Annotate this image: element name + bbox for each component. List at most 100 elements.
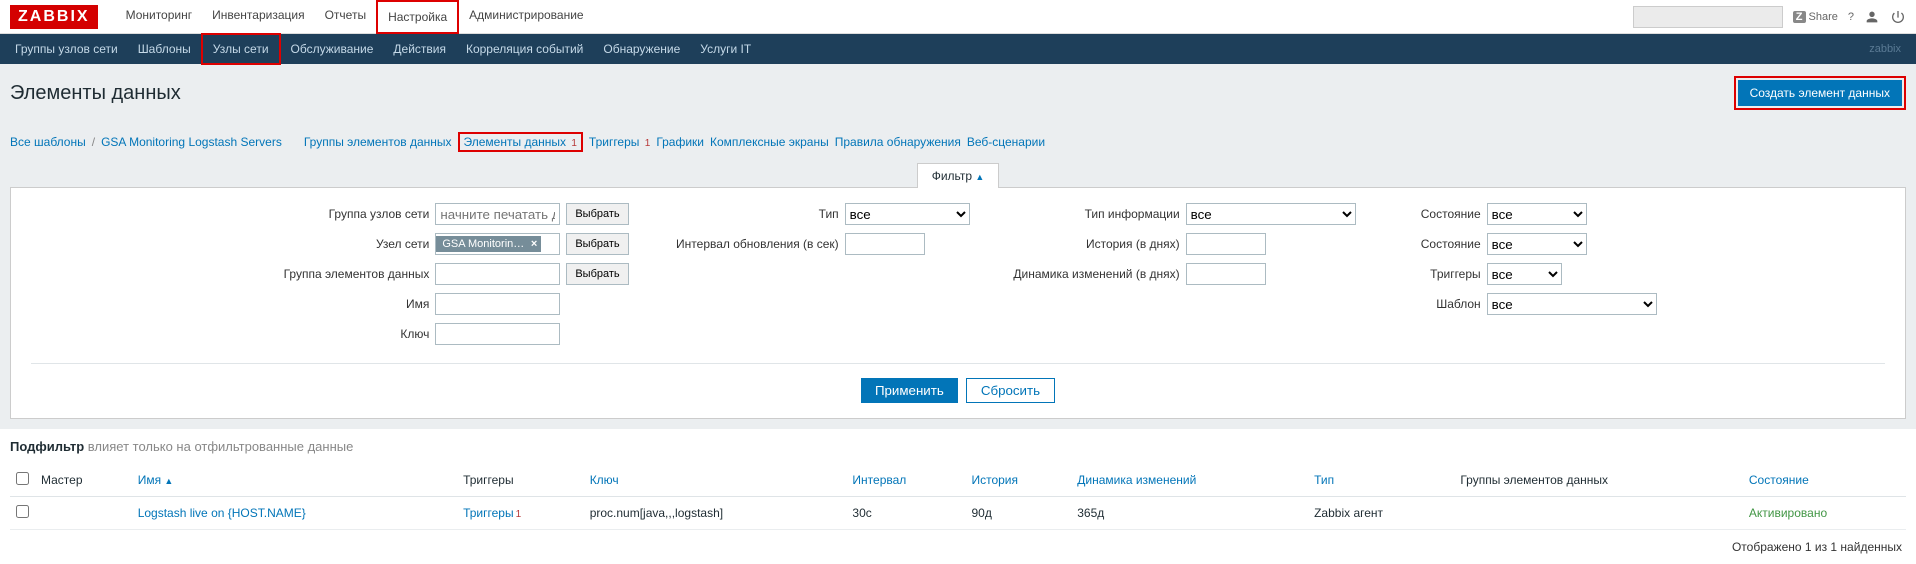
nav-reports[interactable]: Отчеты (315, 0, 376, 34)
trends-input[interactable] (1186, 263, 1266, 285)
th-trends[interactable]: Динамика изменений (1077, 473, 1196, 487)
sub-nav: Группы узлов сети Шаблоны Узлы сети Обсл… (0, 34, 1916, 64)
page-title: Элементы данных (10, 82, 1734, 105)
row-checkbox[interactable] (16, 505, 29, 518)
bc-triggers[interactable]: Триггеры 1 (589, 135, 650, 149)
subnav-brand: zabbix (1859, 43, 1911, 55)
update-interval-input[interactable] (845, 233, 925, 255)
filter-actions: Применить Сбросить (31, 363, 1885, 403)
lbl-template-filter: Шаблон (1396, 297, 1481, 311)
filter-body: Группа узлов сети Выбрать Узел сети GSA … (10, 187, 1906, 419)
bc-applications[interactable]: Группы элементов данных (304, 135, 452, 149)
top-header: ZABBIX Мониторинг Инвентаризация Отчеты … (0, 0, 1916, 34)
nav-monitoring[interactable]: Мониторинг (116, 0, 203, 34)
status-select[interactable]: все (1487, 233, 1587, 255)
subnav-event-corr[interactable]: Корреляция событий (456, 35, 593, 63)
remove-host-tag-icon[interactable]: × (531, 238, 537, 250)
apply-button[interactable]: Применить (861, 378, 958, 403)
item-name-link[interactable]: Logstash live on {HOST.NAME} (138, 506, 306, 520)
template-select[interactable]: все (1487, 293, 1657, 315)
table-footer: Отображено 1 из 1 найденных (0, 530, 1916, 564)
nav-admin[interactable]: Администрирование (459, 0, 593, 34)
logo[interactable]: ZABBIX (10, 5, 98, 29)
type-select[interactable]: все (845, 203, 970, 225)
info-type-select[interactable]: все (1186, 203, 1356, 225)
row-interval: 30c (846, 497, 965, 530)
state-select[interactable]: все (1487, 203, 1587, 225)
sort-asc-icon: ▲ (164, 476, 173, 486)
th-type[interactable]: Тип (1314, 473, 1334, 487)
row-history: 90д (965, 497, 1071, 530)
bc-graphs[interactable]: Графики (656, 135, 704, 149)
bc-screens[interactable]: Комплексные экраны (710, 135, 829, 149)
user-icon[interactable] (1864, 9, 1880, 25)
th-applications: Группы элементов данных (1454, 464, 1743, 497)
subnav-discovery[interactable]: Обнаружение (593, 35, 690, 63)
items-table: Мастер Имя ▲ Триггеры Ключ Интервал Исто… (10, 464, 1906, 530)
bc-template[interactable]: GSA Monitoring Logstash Servers (101, 135, 282, 149)
global-search-input[interactable] (1638, 7, 1815, 27)
select-all-checkbox[interactable] (16, 472, 29, 485)
bc-items[interactable]: Элементы данных 1 (458, 132, 583, 152)
create-item-button[interactable]: Создать элемент данных (1738, 80, 1902, 106)
subnav-it-services[interactable]: Услуги IT (690, 35, 761, 63)
subnav-host-groups[interactable]: Группы узлов сети (5, 35, 128, 63)
subnav-hosts[interactable]: Узлы сети (201, 33, 281, 65)
lbl-triggers-filter: Триггеры (1396, 267, 1481, 281)
filter-toggle[interactable]: Фильтр ▲ (917, 163, 1000, 188)
history-input[interactable] (1186, 233, 1266, 255)
name-input[interactable] (435, 293, 560, 315)
host-group-input[interactable] (435, 203, 560, 225)
table-header-row: Мастер Имя ▲ Триггеры Ключ Интервал Исто… (10, 464, 1906, 497)
host-tag[interactable]: GSA Monitoring Log... × (436, 236, 541, 252)
reset-button[interactable]: Сбросить (966, 378, 1055, 403)
row-type: Zabbix агент (1308, 497, 1454, 530)
global-search[interactable] (1633, 6, 1783, 28)
filter-panel: Фильтр ▲ Группа узлов сети Выбрать Узел … (0, 162, 1916, 429)
nav-config[interactable]: Настройка (376, 0, 459, 34)
filter-tab-row: Фильтр ▲ (10, 162, 1906, 187)
triggers-select[interactable]: все (1487, 263, 1562, 285)
power-icon[interactable] (1890, 9, 1906, 25)
main-nav: Мониторинг Инвентаризация Отчеты Настрой… (116, 0, 1633, 34)
th-triggers: Триггеры (457, 464, 584, 497)
lbl-host: Узел сети (259, 237, 429, 251)
help-icon[interactable]: ? (1848, 11, 1854, 23)
lbl-name: Имя (259, 297, 429, 311)
host-choose-button[interactable]: Выбрать (566, 233, 628, 255)
chevron-up-icon: ▲ (975, 172, 984, 182)
lbl-key: Ключ (259, 327, 429, 341)
share-link[interactable]: Z Share (1793, 11, 1838, 23)
th-name[interactable]: Имя ▲ (138, 473, 174, 487)
row-triggers-link[interactable]: Триггеры1 (463, 506, 521, 520)
filter-col-3: Тип информации все История (в днях) Дина… (1010, 203, 1356, 345)
application-choose-button[interactable]: Выбрать (566, 263, 628, 285)
top-right-tools: Z Share ? (1633, 6, 1906, 28)
th-key[interactable]: Ключ (590, 473, 619, 487)
lbl-info-type: Тип информации (1010, 207, 1180, 221)
row-status-link[interactable]: Активировано (1749, 506, 1827, 520)
lbl-trends: Динамика изменений (в днях) (1010, 267, 1180, 281)
page-header: Элементы данных Создать элемент данных (0, 64, 1916, 122)
nav-inventory[interactable]: Инвентаризация (202, 0, 314, 34)
application-input[interactable] (435, 263, 560, 285)
bc-sep: / (92, 135, 95, 149)
subfilter-heading: Подфильтр влияет только на отфильтрованн… (0, 429, 1916, 464)
key-input[interactable] (435, 323, 560, 345)
subnav-templates[interactable]: Шаблоны (128, 35, 201, 63)
th-status[interactable]: Состояние (1749, 473, 1809, 487)
lbl-update-interval: Интервал обновления (в сек) (669, 237, 839, 251)
host-group-choose-button[interactable]: Выбрать (566, 203, 628, 225)
bc-web-scenarios[interactable]: Веб-сценарии (967, 135, 1045, 149)
row-key: proc.num[java,,,logstash] (584, 497, 847, 530)
table-row: Logstash live on {HOST.NAME} Триггеры1 p… (10, 497, 1906, 530)
bc-discovery-rules[interactable]: Правила обнаружения (835, 135, 961, 149)
lbl-type: Тип (669, 207, 839, 221)
filter-col-1: Группа узлов сети Выбрать Узел сети GSA … (259, 203, 628, 345)
th-history[interactable]: История (971, 473, 1018, 487)
subnav-maintenance[interactable]: Обслуживание (281, 35, 384, 63)
bc-all-templates[interactable]: Все шаблоны (10, 135, 86, 149)
filter-col-2: Тип все Интервал обновления (в сек) (669, 203, 970, 345)
th-interval[interactable]: Интервал (852, 473, 906, 487)
lbl-application: Группа элементов данных (259, 267, 429, 281)
